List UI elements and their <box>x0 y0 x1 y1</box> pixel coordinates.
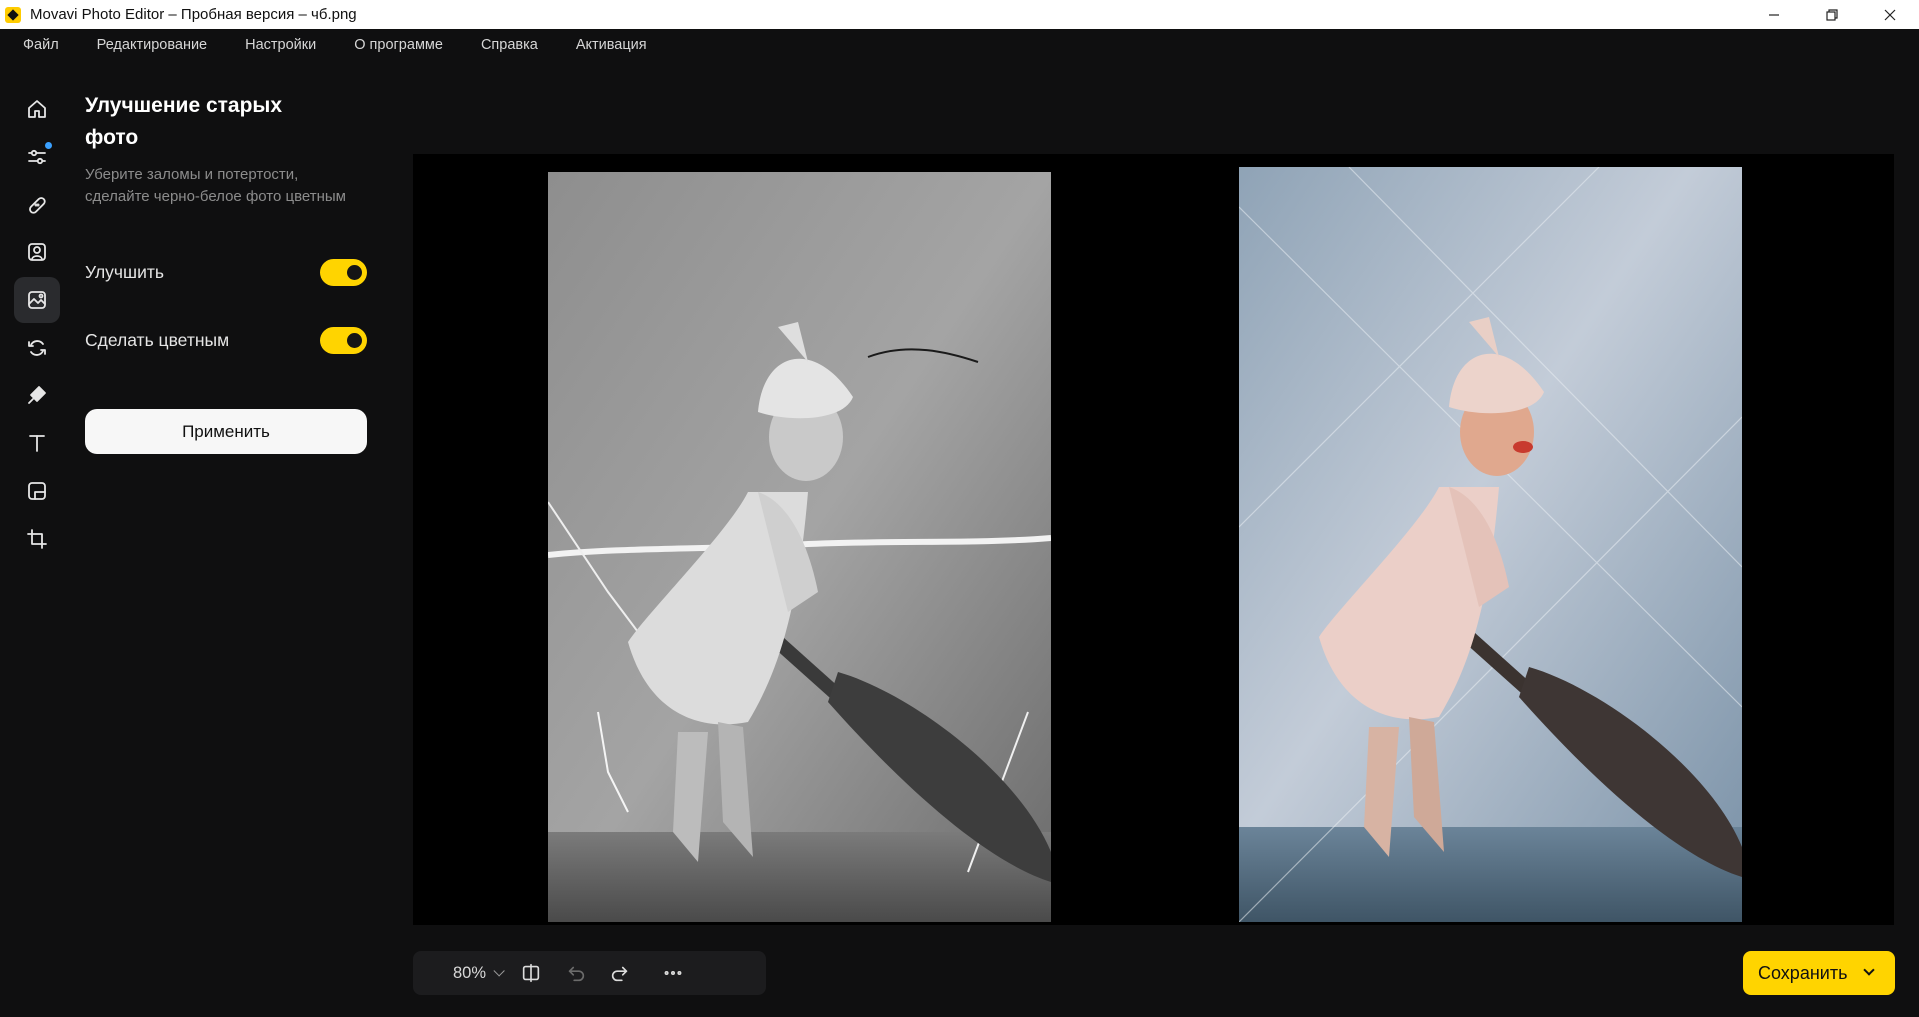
rail-background-button[interactable] <box>14 325 60 371</box>
rail-frame-button[interactable] <box>14 468 60 514</box>
minimize-button[interactable] <box>1745 0 1803 29</box>
menu-activation[interactable]: Активация <box>576 37 647 53</box>
bottom-toolbar: 80% <box>413 951 766 995</box>
chevron-down-icon[interactable] <box>1863 964 1875 976</box>
save-label: Сохранить <box>1758 962 1848 983</box>
restore-button[interactable] <box>1803 0 1861 29</box>
enhance-toggle[interactable] <box>320 258 367 286</box>
rail-adjust-button[interactable] <box>14 134 60 180</box>
image-canvas[interactable] <box>413 154 1894 925</box>
title-bar: Movavi Photo Editor – Пробная версия – ч… <box>0 0 1919 29</box>
home-icon <box>28 100 46 118</box>
panel-description: Уберите заломы и потертости, сделайте че… <box>85 166 346 205</box>
portrait-icon <box>28 243 46 262</box>
toggle-label-enhance: Улучшить <box>85 261 164 282</box>
zoom-value: 80% <box>453 963 487 982</box>
compare-split-icon <box>522 963 540 983</box>
rail-photo-restore-button[interactable] <box>14 277 60 324</box>
menu-edit[interactable]: Редактирование <box>97 37 207 53</box>
more-button[interactable] <box>661 961 685 985</box>
rail-retouch-button[interactable] <box>14 182 60 228</box>
undo-icon <box>568 966 585 982</box>
tool-rail <box>14 86 60 563</box>
toggle-knob <box>347 264 362 280</box>
menu-settings[interactable]: Настройки <box>245 37 316 53</box>
close-button[interactable] <box>1861 0 1919 29</box>
redo-button[interactable] <box>608 961 632 985</box>
rail-home-button[interactable] <box>14 86 60 132</box>
save-button[interactable]: Сохранить <box>1743 951 1895 995</box>
before-photo <box>548 172 1051 922</box>
photo-restore-icon <box>28 291 46 309</box>
close-icon <box>1884 9 1896 20</box>
adjust-sliders-icon <box>28 149 46 165</box>
menu-about[interactable]: О программе <box>354 37 443 53</box>
apply-button[interactable]: Применить <box>85 409 367 454</box>
after-photo <box>1239 167 1742 922</box>
menu-file[interactable]: Файл <box>23 37 59 53</box>
text-icon <box>29 435 45 453</box>
rail-portrait-button[interactable] <box>14 229 60 275</box>
erase-object-icon <box>28 386 46 405</box>
redo-icon <box>611 966 628 982</box>
window-controls <box>1745 0 1919 29</box>
toggle-row-colorize: Сделать цветным <box>85 325 367 355</box>
panel-title: Улучшение старых фото <box>85 94 283 149</box>
rail-erase-button[interactable] <box>14 372 60 418</box>
replace-background-icon <box>28 339 46 356</box>
app-logo-icon <box>5 6 21 23</box>
menu-help[interactable]: Справка <box>481 37 538 53</box>
rail-text-button[interactable] <box>14 420 60 466</box>
compare-split-button[interactable] <box>519 961 543 985</box>
minimize-icon <box>1769 13 1779 16</box>
window-title: Movavi Photo Editor – Пробная версия – ч… <box>30 6 357 23</box>
restore-icon <box>1826 8 1838 21</box>
more-icon <box>664 970 682 976</box>
undo-button[interactable] <box>564 961 588 985</box>
menu-bar: Файл Редактирование Настройки О программ… <box>0 29 1919 60</box>
toggle-knob <box>347 332 362 348</box>
crop-icon <box>27 528 47 549</box>
zoom-dropdown[interactable]: 80% <box>453 963 505 983</box>
toggle-label-colorize: Сделать цветным <box>85 329 230 350</box>
rail-crop-button[interactable] <box>14 516 60 562</box>
retouch-bandage-icon <box>29 196 46 214</box>
restore-panel: Улучшение старых фото Уберите заломы и п… <box>85 90 367 454</box>
toggle-row-enhance: Улучшить <box>85 257 367 287</box>
colorize-toggle[interactable] <box>320 326 367 354</box>
frame-icon <box>28 481 46 500</box>
notification-dot <box>45 142 52 149</box>
chevron-down-icon <box>493 965 505 977</box>
